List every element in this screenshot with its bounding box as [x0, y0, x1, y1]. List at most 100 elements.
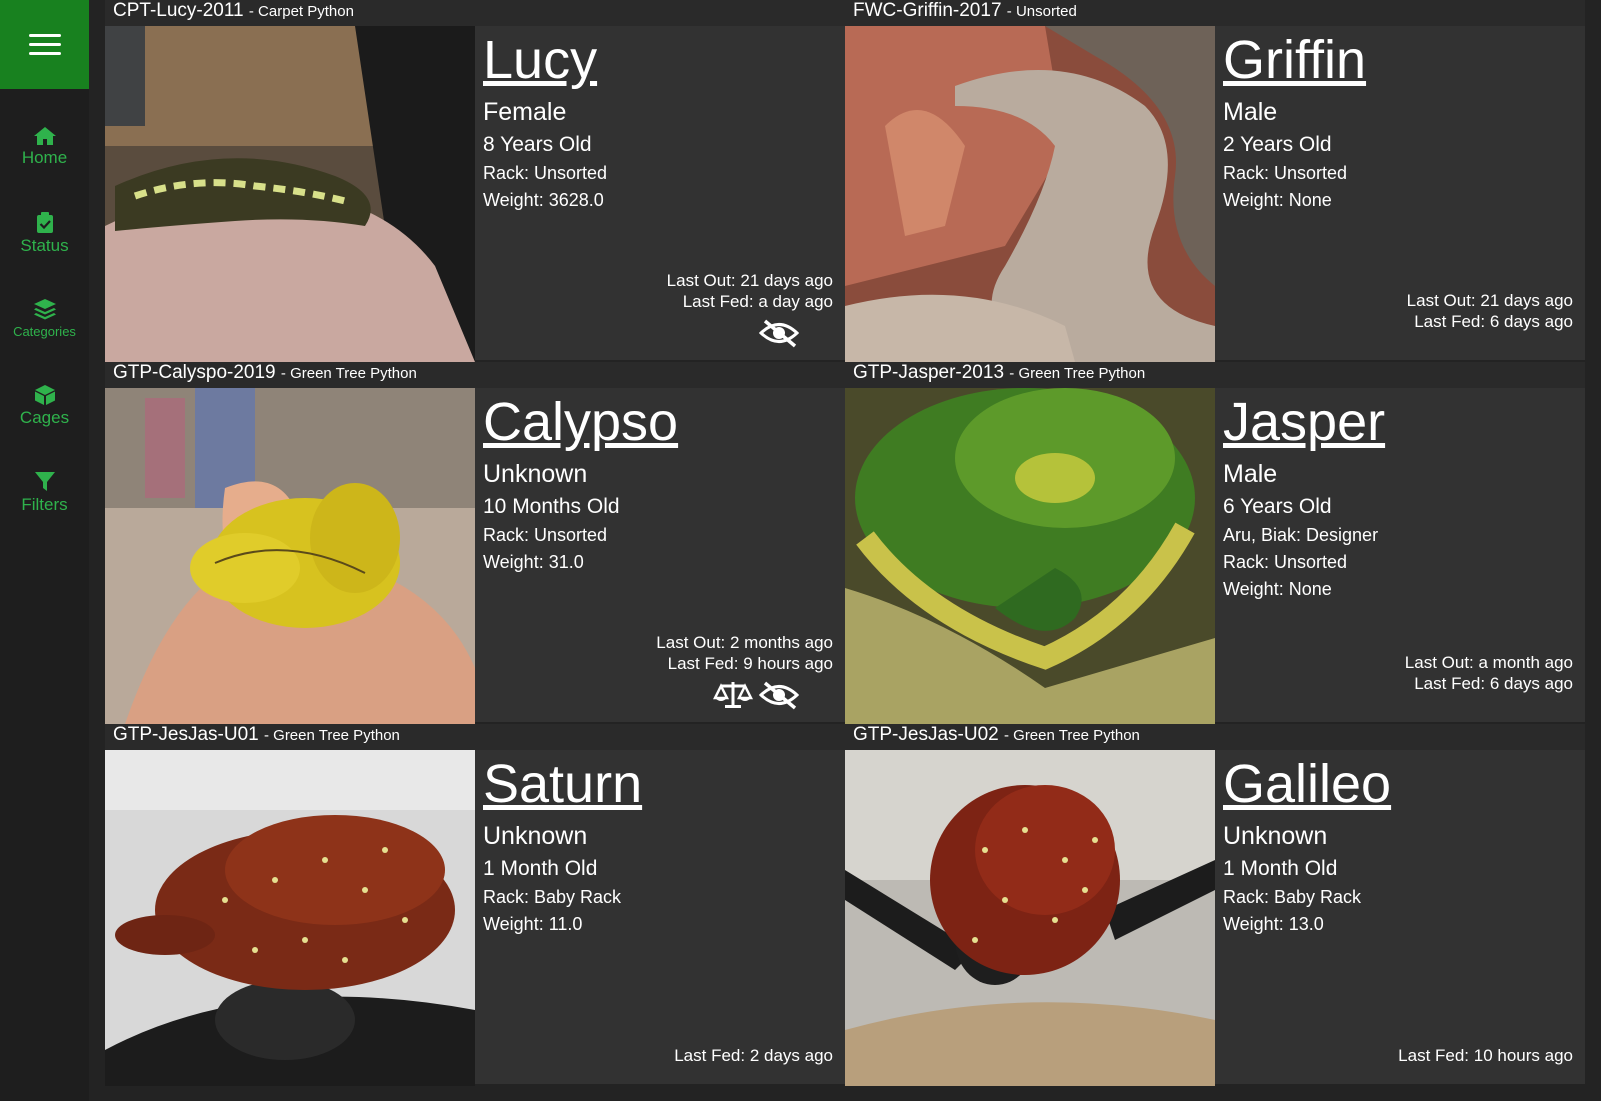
- animal-rack: Rack: Baby Rack: [483, 887, 622, 907]
- sidebar: Home Status Categories Cages Filters: [0, 0, 89, 1101]
- nav-status-label: Status: [20, 236, 69, 255]
- menu-toggle-button[interactable]: [0, 0, 89, 89]
- card-status: Last Out: 2 months ago Last Fed: 9 hours…: [656, 632, 833, 710]
- card-header: GTP-Calyspo-2019 - Green Tree Python: [105, 362, 845, 388]
- nav-status[interactable]: Status: [0, 212, 89, 256]
- nav-cages[interactable]: Cages: [0, 384, 89, 428]
- animal-photo[interactable]: [845, 26, 1215, 362]
- animal-card[interactable]: FWC-Griffin-2017 - Unsorted Griffin Male…: [845, 0, 1585, 362]
- animal-weight: Weight: 31.0: [483, 552, 584, 572]
- animal-card[interactable]: GTP-Jasper-2013 - Green Tree Python Jasp…: [845, 362, 1585, 724]
- animal-age: 1 Month Old: [1223, 857, 1338, 880]
- last-out: Last Out: 21 days ago: [666, 271, 833, 290]
- animal-species: - Carpet Python: [248, 3, 354, 20]
- home-icon: [33, 127, 56, 145]
- animal-name-link[interactable]: Jasper: [1223, 392, 1573, 452]
- balance-scale-icon: [713, 682, 753, 708]
- animal-name-link[interactable]: Calypso: [483, 392, 833, 452]
- nav-filters-label: Filters: [21, 495, 68, 514]
- animal-grid: CPT-Lucy-2011 - Carpet Python Lucy Femal…: [105, 0, 1585, 1101]
- animal-sex: Female: [483, 98, 567, 126]
- animal-species: - Green Tree Python: [1003, 727, 1140, 744]
- animal-age: 1 Month Old: [483, 857, 598, 880]
- card-status: Last Out: 21 days ago Last Fed: a day ag…: [667, 270, 833, 348]
- last-fed: Last Fed: a day ago: [682, 292, 833, 311]
- animal-photo[interactable]: [105, 750, 475, 1086]
- animal-weight: Weight: 3628.0: [483, 190, 604, 210]
- animal-rack: Rack: Baby Rack: [1223, 887, 1362, 907]
- animal-age: 10 Months Old: [483, 495, 620, 518]
- animal-card[interactable]: GTP-JesJas-U01 - Green Tree Python Satur: [105, 724, 845, 1086]
- nav-categories[interactable]: Categories: [0, 298, 89, 339]
- animal-name-link[interactable]: Lucy: [483, 30, 833, 90]
- animal-rack: Rack: Unsorted: [1223, 163, 1348, 183]
- last-fed: Last Fed: 9 hours ago: [667, 654, 833, 673]
- animal-weight: Weight: None: [1223, 579, 1332, 599]
- eye-slash-icon: [759, 319, 799, 348]
- animal-info: Saturn Unknown 1 Month Old Rack: Baby Ra…: [483, 750, 833, 1086]
- card-header: GTP-JesJas-U01 - Green Tree Python: [105, 724, 845, 750]
- last-fed: Last Fed: 6 days ago: [1414, 312, 1573, 331]
- nav-home-label: Home: [21, 148, 68, 167]
- animal-weight: Weight: None: [1223, 190, 1332, 210]
- card-header: FWC-Griffin-2017 - Unsorted: [845, 0, 1585, 26]
- card-header: GTP-JesJas-U02 - Green Tree Python: [845, 724, 1585, 750]
- card-status: Last Out: 21 days ago Last Fed: 6 days a…: [1407, 290, 1573, 332]
- animal-age: 2 Years Old: [1223, 133, 1332, 156]
- card-status: Last Fed: 10 hours ago: [1398, 1045, 1573, 1066]
- animal-code: GTP-JesJas-U02: [853, 724, 999, 745]
- animal-species: - Green Tree Python: [1009, 365, 1146, 382]
- animal-card[interactable]: CPT-Lucy-2011 - Carpet Python Lucy Femal…: [105, 0, 845, 362]
- animal-code: GTP-JesJas-U01: [113, 724, 259, 745]
- nav-filters[interactable]: Filters: [0, 471, 89, 515]
- filter-icon: [34, 472, 55, 491]
- animal-sex: Unknown: [483, 460, 588, 488]
- animal-sex: Unknown: [483, 822, 588, 850]
- card-status: Last Fed: 2 days ago: [674, 1045, 833, 1066]
- box-icon: [34, 385, 55, 405]
- animal-rack: Rack: Unsorted: [483, 163, 608, 183]
- animal-code: FWC-Griffin-2017: [853, 0, 1002, 21]
- card-status: Last Out: a month ago Last Fed: 6 days a…: [1405, 652, 1573, 694]
- animal-sex: Unknown: [1223, 822, 1328, 850]
- nav-home[interactable]: Home: [0, 126, 89, 168]
- animal-info: Calypso Unknown 10 Months Old Rack: Unso…: [483, 388, 833, 724]
- layers-icon: [33, 299, 56, 320]
- animal-code: GTP-Calyspo-2019: [113, 362, 276, 383]
- animal-code: GTP-Jasper-2013: [853, 362, 1005, 383]
- animal-info: Griffin Male 2 Years Old Rack: Unsorted …: [1223, 26, 1573, 362]
- last-out: Last Out: a month ago: [1404, 653, 1573, 672]
- nav-cages-label: Cages: [19, 408, 70, 427]
- animal-photo[interactable]: [105, 388, 475, 724]
- animal-info: Galileo Unknown 1 Month Old Rack: Baby R…: [1223, 750, 1573, 1086]
- animal-name-link[interactable]: Griffin: [1223, 30, 1573, 90]
- card-header: CPT-Lucy-2011 - Carpet Python: [105, 0, 845, 26]
- animal-rack: Rack: Unsorted: [1223, 552, 1348, 572]
- animal-info: Jasper Male 6 Years Old Aru, Biak: Desig…: [1223, 388, 1573, 724]
- hamburger-icon: [28, 28, 61, 61]
- animal-weight: Weight: 13.0: [1223, 914, 1324, 934]
- animal-card[interactable]: GTP-Calyspo-2019 - Green Tree Python Cal…: [105, 362, 845, 724]
- animal-name-link[interactable]: Saturn: [483, 754, 833, 814]
- last-out: Last Out: 2 months ago: [656, 633, 833, 652]
- animal-photo[interactable]: [845, 750, 1215, 1086]
- animal-photo[interactable]: [105, 26, 475, 362]
- nav-categories-label: Categories: [13, 324, 76, 339]
- animal-weight: Weight: 11.0: [483, 914, 583, 934]
- clipboard-check-icon: [36, 212, 53, 233]
- animal-sex: Male: [1223, 460, 1278, 488]
- animal-photo[interactable]: [845, 388, 1215, 724]
- animal-species: - Unsorted: [1006, 3, 1077, 20]
- last-fed: Last Fed: 6 days ago: [1414, 674, 1573, 693]
- animal-sex: Male: [1223, 98, 1278, 126]
- animal-age: 8 Years Old: [483, 133, 592, 156]
- last-fed: Last Fed: 2 days ago: [674, 1046, 833, 1065]
- card-header: GTP-Jasper-2013 - Green Tree Python: [845, 362, 1585, 388]
- last-out: Last Out: 21 days ago: [1406, 291, 1573, 310]
- animal-rack: Rack: Unsorted: [483, 525, 608, 545]
- animal-morph: Aru, Biak: Designer: [1223, 525, 1379, 545]
- animal-name-link[interactable]: Galileo: [1223, 754, 1573, 814]
- animal-card[interactable]: GTP-JesJas-U02 - Green Tree Python Galil…: [845, 724, 1585, 1086]
- animal-species: - Green Tree Python: [263, 727, 400, 744]
- animal-code: CPT-Lucy-2011: [113, 0, 244, 21]
